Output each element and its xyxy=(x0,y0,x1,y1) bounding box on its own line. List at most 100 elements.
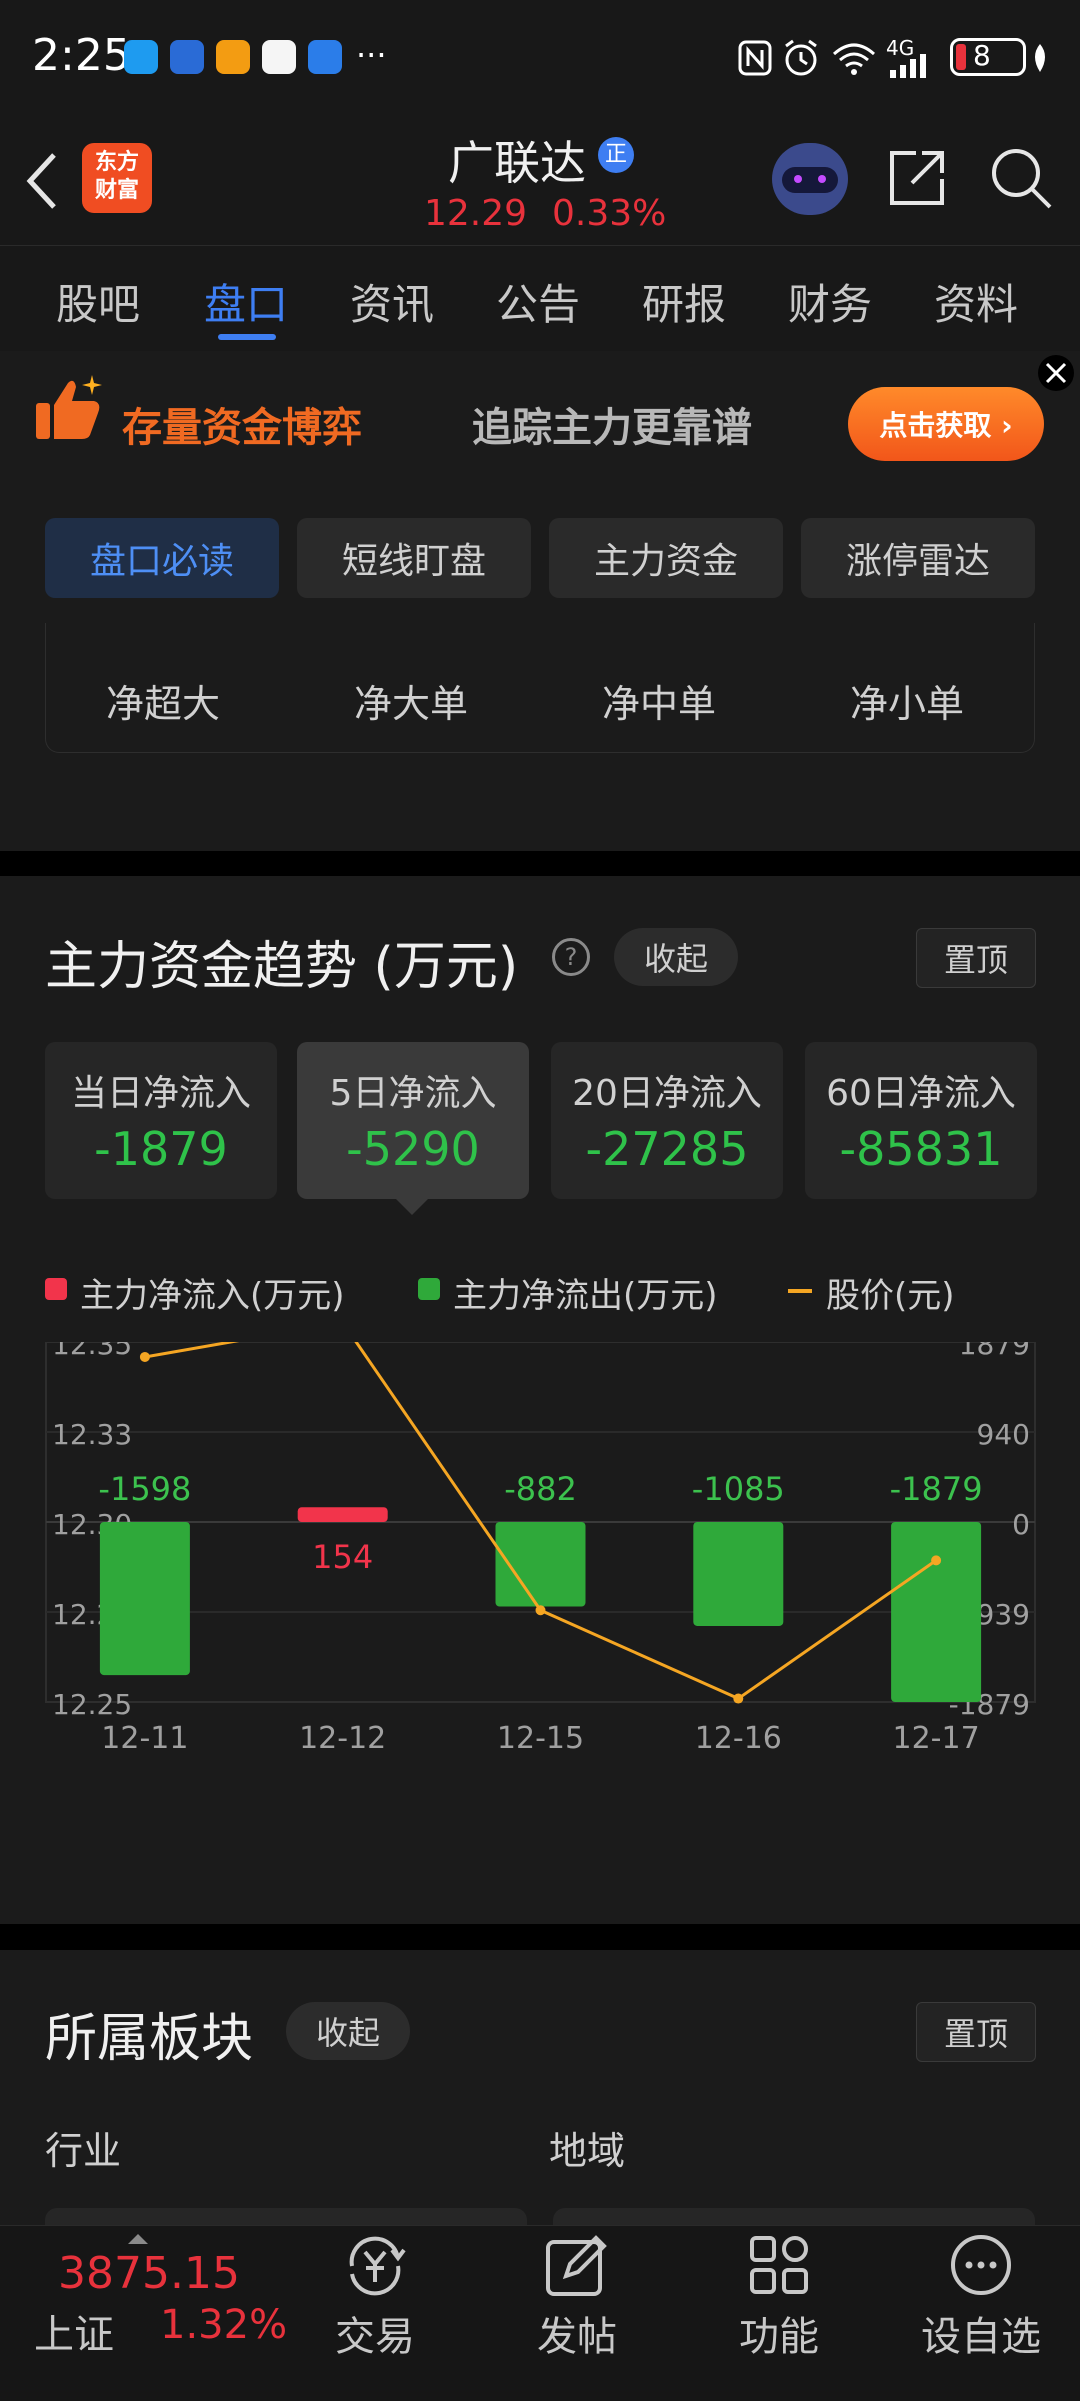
subtab-limit-up-radar[interactable]: 涨停雷达 xyxy=(801,518,1035,598)
browser-app-icon xyxy=(170,40,204,74)
sector-pin-button[interactable]: 置顶 xyxy=(916,2002,1036,2062)
thumbs-up-icon xyxy=(36,375,102,439)
registration-badge: 正 xyxy=(598,137,634,173)
nav-functions[interactable]: 功能 xyxy=(704,2304,854,2362)
trend-collapse-button[interactable]: 收起 xyxy=(614,928,738,986)
tab-news[interactable]: 资讯 xyxy=(350,271,434,332)
card-today-inflow[interactable]: 当日净流入 -1879 xyxy=(45,1042,277,1199)
legend-inflow-label: 主力净流入(万元) xyxy=(80,1276,345,1316)
card-value: -5290 xyxy=(346,1122,480,1176)
bottom-nav: 3875.15 上证 1.32% 交易 发帖 功能 设自选 xyxy=(0,2225,1080,2401)
leaf-icon xyxy=(1035,44,1045,72)
close-banner-icon[interactable] xyxy=(1036,353,1076,393)
subtab-must-read[interactable]: 盘口必读 xyxy=(45,518,279,598)
subtab-short-term[interactable]: 短线盯盘 xyxy=(297,518,531,598)
photos-app-icon xyxy=(262,40,296,74)
legend-outflow-label: 主力净流出(万元) xyxy=(453,1276,718,1316)
flow-columns-box: 净超大 净大单 净中单 净小单 xyxy=(45,623,1035,753)
legend-outflow-swatch xyxy=(418,1278,440,1300)
flow-col-super-large: 净超大 xyxy=(106,682,221,726)
share-icon[interactable] xyxy=(886,147,948,209)
banner-get-button[interactable]: 点击获取 › xyxy=(848,387,1044,461)
x-category-label: 12-15 xyxy=(497,1721,584,1756)
card-label: 60日净流入 xyxy=(826,1073,1016,1114)
battery-icon: 8 xyxy=(950,38,1026,76)
sector-collapse-button[interactable]: 收起 xyxy=(286,2002,410,2060)
flow-bar xyxy=(297,1507,388,1522)
flow-bar xyxy=(693,1522,784,1626)
nav-post[interactable]: 发帖 xyxy=(502,2304,652,2362)
left-tick-label: 12.25 xyxy=(52,1688,132,1721)
robot-assistant-icon[interactable] xyxy=(772,143,848,215)
right-tick-label: 0 xyxy=(1012,1508,1030,1541)
card-5day-inflow[interactable]: 5日净流入 -5290 xyxy=(297,1042,529,1199)
price-point xyxy=(733,1693,744,1704)
card-label: 20日净流入 xyxy=(572,1073,762,1114)
functions-icon[interactable] xyxy=(748,2234,810,2296)
stock-change-pct: 0.33% xyxy=(552,193,667,234)
wifi-icon xyxy=(832,43,876,75)
nav-add-watchlist[interactable]: 设自选 xyxy=(906,2304,1056,2362)
tab-profile[interactable]: 资料 xyxy=(934,271,1018,332)
expand-up-icon[interactable] xyxy=(126,2232,150,2246)
status-bar: 2:25 ··· 4G 8 xyxy=(0,0,1080,115)
flow-value-label: -882 xyxy=(504,1470,577,1508)
price-point xyxy=(931,1555,942,1566)
add-watchlist-icon[interactable] xyxy=(948,2232,1014,2298)
active-tab-indicator xyxy=(218,334,276,340)
flow-bar xyxy=(891,1522,982,1702)
price-line xyxy=(144,1342,937,1701)
legend-price-label: 股价(元) xyxy=(826,1276,955,1316)
assistant-app-icon xyxy=(308,40,342,74)
sector-title: 所属板块 xyxy=(45,2009,254,2069)
flow-value-label: -1598 xyxy=(98,1470,191,1508)
main-tabs: 股吧 盘口 资讯 公告 研报 财务 资料 xyxy=(0,245,1080,352)
post-icon[interactable] xyxy=(544,2232,610,2298)
card-60day-inflow[interactable]: 60日净流入 -85831 xyxy=(805,1042,1037,1199)
app-logo[interactable]: 东方 财富 xyxy=(82,143,152,213)
card-value: -27285 xyxy=(585,1122,749,1176)
stock-name: 广联达 xyxy=(448,136,586,190)
card-20day-inflow[interactable]: 20日净流入 -27285 xyxy=(551,1042,783,1199)
search-icon[interactable] xyxy=(988,145,1054,211)
tab-finance[interactable]: 财务 xyxy=(788,271,872,332)
nfc-icon xyxy=(738,40,772,76)
fund-trend-chart: 12.3512.3312.3012.2812.2518799400-939-18… xyxy=(45,1342,1036,1756)
alarm-icon xyxy=(785,39,817,76)
trend-pin-button[interactable]: 置顶 xyxy=(916,928,1036,988)
back-icon[interactable] xyxy=(22,151,62,211)
flow-value-label: -1085 xyxy=(692,1470,785,1508)
card-value: -1879 xyxy=(94,1122,228,1176)
right-tick-label: 1879 xyxy=(959,1342,1030,1361)
right-tick-label: 940 xyxy=(977,1418,1030,1451)
price-point xyxy=(535,1605,546,1616)
nav-trade[interactable]: 交易 xyxy=(300,2304,450,2362)
stock-price: 12.29 xyxy=(424,193,528,234)
stock-header: 东方 财富 广联达 正 12.29 0.33% xyxy=(0,115,1080,245)
index-name[interactable]: 上证 xyxy=(34,2302,114,2360)
pankou-panel: 存量资金博弈 追踪主力更靠谱 点击获取 › 盘口必读 短线盯盘 主力资金 涨停雷… xyxy=(0,351,1080,851)
index-change[interactable]: 1.32% xyxy=(160,2302,287,2348)
flow-col-medium: 净中单 xyxy=(602,682,717,726)
tab-guba[interactable]: 股吧 xyxy=(56,271,140,332)
card-label: 5日净流入 xyxy=(329,1073,497,1114)
card-value: -85831 xyxy=(839,1122,1003,1176)
help-icon[interactable]: ? xyxy=(552,938,590,976)
card-label: 当日净流入 xyxy=(70,1073,251,1114)
left-tick-label: 12.33 xyxy=(52,1418,132,1451)
subtab-main-funds[interactable]: 主力资金 xyxy=(549,518,783,598)
left-tick-label: 12.35 xyxy=(52,1342,132,1361)
battery-level: 8 xyxy=(973,39,991,72)
flow-col-large: 净大单 xyxy=(354,682,469,726)
x-category-label: 12-17 xyxy=(893,1721,980,1756)
flow-value-label: -1879 xyxy=(890,1470,983,1508)
trade-icon[interactable] xyxy=(340,2234,410,2298)
banner-subtitle: 追踪主力更靠谱 xyxy=(472,405,752,451)
tab-announcements[interactable]: 公告 xyxy=(496,271,580,332)
index-value[interactable]: 3875.15 xyxy=(58,2248,240,2299)
tab-research[interactable]: 研报 xyxy=(642,271,726,332)
clock: 2:25 xyxy=(32,30,131,81)
flow-bar xyxy=(99,1522,190,1676)
tab-pankou[interactable]: 盘口 xyxy=(204,271,288,332)
cell-signal-icon xyxy=(890,54,926,78)
